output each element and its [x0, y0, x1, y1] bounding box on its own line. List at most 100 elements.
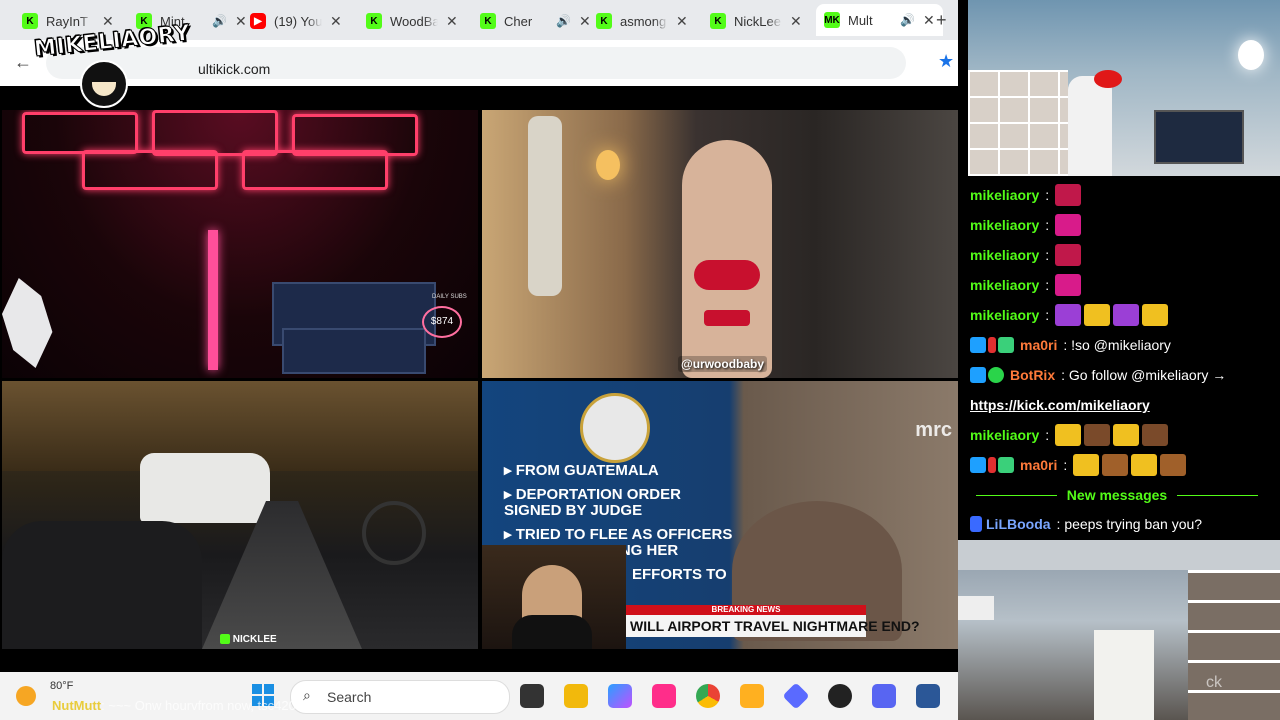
stream-panel-3[interactable]: NICKLEE: [2, 381, 478, 649]
chat-link[interactable]: https://kick.com/mikeliaory: [970, 397, 1150, 413]
tab-6[interactable]: Kasmong ✕: [596, 8, 688, 34]
speaker-icon[interactable]: 🔊: [900, 13, 915, 27]
chat-message[interactable]: ma0ri: !so @mikeliaory: [970, 332, 1171, 358]
copilot-icon[interactable]: [608, 684, 632, 708]
badge-icon: [988, 457, 996, 473]
chat-username[interactable]: BotRix: [1010, 367, 1055, 383]
chat-username[interactable]: mikeliaory: [970, 277, 1039, 293]
tab-7[interactable]: K NickLee ✕: [710, 8, 802, 34]
badge-icon: [970, 516, 982, 532]
word-icon[interactable]: [916, 684, 940, 708]
hex-light-decoration: [242, 150, 388, 190]
subs-label: DAILY SUBS: [432, 294, 467, 300]
task-view-icon[interactable]: [520, 684, 544, 708]
emote-icon: [1131, 454, 1158, 476]
url-box[interactable]: ultikick.com: [46, 47, 906, 79]
new-tab-button[interactable]: +: [936, 10, 947, 31]
close-tab-icon[interactable]: ✕: [676, 13, 688, 30]
chat-username[interactable]: mikeliaory: [970, 187, 1039, 203]
doorway-light: [1094, 630, 1154, 720]
chat-username[interactable]: ma0ri: [1020, 457, 1057, 473]
wall-lamp: [596, 150, 620, 180]
tab-8[interactable]: MK Mult 🔊 ✕: [816, 4, 943, 36]
close-tab-icon[interactable]: ✕: [923, 12, 935, 29]
tab-4[interactable]: K WoodBa ✕: [366, 8, 458, 34]
chat-username[interactable]: LiLBooda: [986, 516, 1051, 532]
badge-icon: [988, 337, 996, 353]
obs-icon[interactable]: [828, 684, 852, 708]
discord-icon[interactable]: [872, 684, 896, 708]
emote-icon: [1055, 214, 1082, 236]
person-figure: [1068, 76, 1112, 176]
news-bullet-2: ▸ DEPORTATION ORDER SIGNED BY JUDGE: [504, 486, 681, 519]
emote-icon: [1084, 424, 1111, 446]
stream-tag: NICKLEE: [220, 634, 277, 645]
mascot-icon: [80, 60, 128, 108]
file-explorer-icon[interactable]: [564, 684, 588, 708]
chat-text: peeps trying ban you?: [1064, 516, 1203, 532]
weather-temp[interactable]: 80°F: [50, 680, 73, 692]
youtube-icon: ▶: [250, 13, 266, 29]
channel-logo: MIKELIAORY: [33, 20, 192, 108]
bicycle-wheel: [362, 501, 426, 565]
chat-message[interactable]: ma0ri:: [970, 452, 1189, 478]
chat-username[interactable]: ma0ri: [1020, 337, 1057, 353]
close-tab-icon[interactable]: ✕: [790, 13, 802, 30]
chat-username[interactable]: mikeliaory: [970, 247, 1039, 263]
chat-message[interactable]: https://kick.com/mikeliaory: [970, 392, 1150, 418]
chat-text: Go follow @mikeliaory →: [1068, 367, 1227, 383]
chat-username[interactable]: mikeliaory: [970, 427, 1039, 443]
news-headline: WILL AIRPORT TRAVEL NIGHTMARE END?: [626, 615, 920, 637]
chat-message[interactable]: mikeliaory:: [970, 422, 1171, 448]
tab-5[interactable]: K Cher 🔊 ✕: [480, 8, 591, 34]
close-tab-icon[interactable]: ✕: [330, 13, 342, 30]
chat-message[interactable]: mikeliaory:: [970, 212, 1084, 238]
ring-light: [1238, 40, 1264, 70]
kick-icon: K: [596, 13, 612, 29]
chat-message[interactable]: BotRix: Go follow @mikeliaory →: [970, 362, 1226, 388]
back-button[interactable]: ←: [14, 52, 32, 73]
new-messages-divider[interactable]: New messages: [976, 486, 1258, 504]
ceiling: [958, 540, 1280, 570]
tab-3[interactable]: ▶ (19) You ✕: [250, 8, 342, 34]
url-text: ultikick.com: [198, 61, 271, 77]
speaker-icon[interactable]: 🔊: [556, 14, 571, 28]
chat-username[interactable]: mikeliaory: [970, 217, 1039, 233]
bookmark-star-icon[interactable]: ★: [938, 51, 954, 72]
close-tab-icon[interactable]: ✕: [446, 13, 458, 30]
app-icon[interactable]: [782, 682, 810, 710]
stream-panel-2[interactable]: @urwoodbaby: [482, 110, 958, 378]
chat-message[interactable]: mikeliaory:: [970, 242, 1084, 268]
dhs-seal-icon: [580, 393, 650, 463]
emote-icon: [1055, 274, 1082, 296]
emote-icon: [1102, 454, 1129, 476]
app-icon[interactable]: [652, 684, 676, 708]
stream-panel-1[interactable]: $874 DAILY SUBS: [2, 110, 478, 378]
chat-message[interactable]: mikeliaory:: [970, 272, 1084, 298]
chat-panel[interactable]: mikeliaory: mikeliaory: mikeliaory: mike…: [958, 176, 1280, 540]
chat-message[interactable]: LiLBooda: peeps trying ban you?: [970, 511, 1202, 537]
badge-icon: [998, 457, 1014, 473]
streamer-handle: @urwoodbaby: [678, 356, 768, 372]
chrome-icon[interactable]: [696, 684, 720, 708]
tab-title: WoodBa: [390, 13, 438, 29]
tab-title: asmong: [620, 13, 667, 29]
speaker-icon[interactable]: 🔊: [212, 14, 227, 28]
stream-panel-4[interactable]: mrc ▸ FROM GUATEMALA ▸ DEPORTATION ORDER…: [482, 381, 958, 649]
chat-message[interactable]: mikeliaory:: [970, 182, 1084, 208]
close-tab-icon[interactable]: ✕: [579, 13, 591, 30]
emote-icon: [1160, 454, 1187, 476]
chat-username[interactable]: mikeliaory: [970, 307, 1039, 323]
kick-icon: K: [480, 13, 496, 29]
streamer-figure: [682, 140, 772, 378]
emote-icon: [1073, 454, 1100, 476]
kick-icon: [220, 634, 230, 645]
chat-message[interactable]: mikeliaory:: [970, 302, 1171, 328]
news-bullet-4: EFFORTS TO: [632, 566, 727, 583]
news-bullet-text: DEPORTATION ORDER SIGNED BY JUDGE: [504, 486, 681, 519]
app-icon[interactable]: [740, 684, 764, 708]
monitor: [282, 328, 426, 374]
towel: [528, 116, 562, 296]
close-tab-icon[interactable]: ✕: [235, 13, 247, 30]
room-webcam-1: [968, 0, 1280, 176]
